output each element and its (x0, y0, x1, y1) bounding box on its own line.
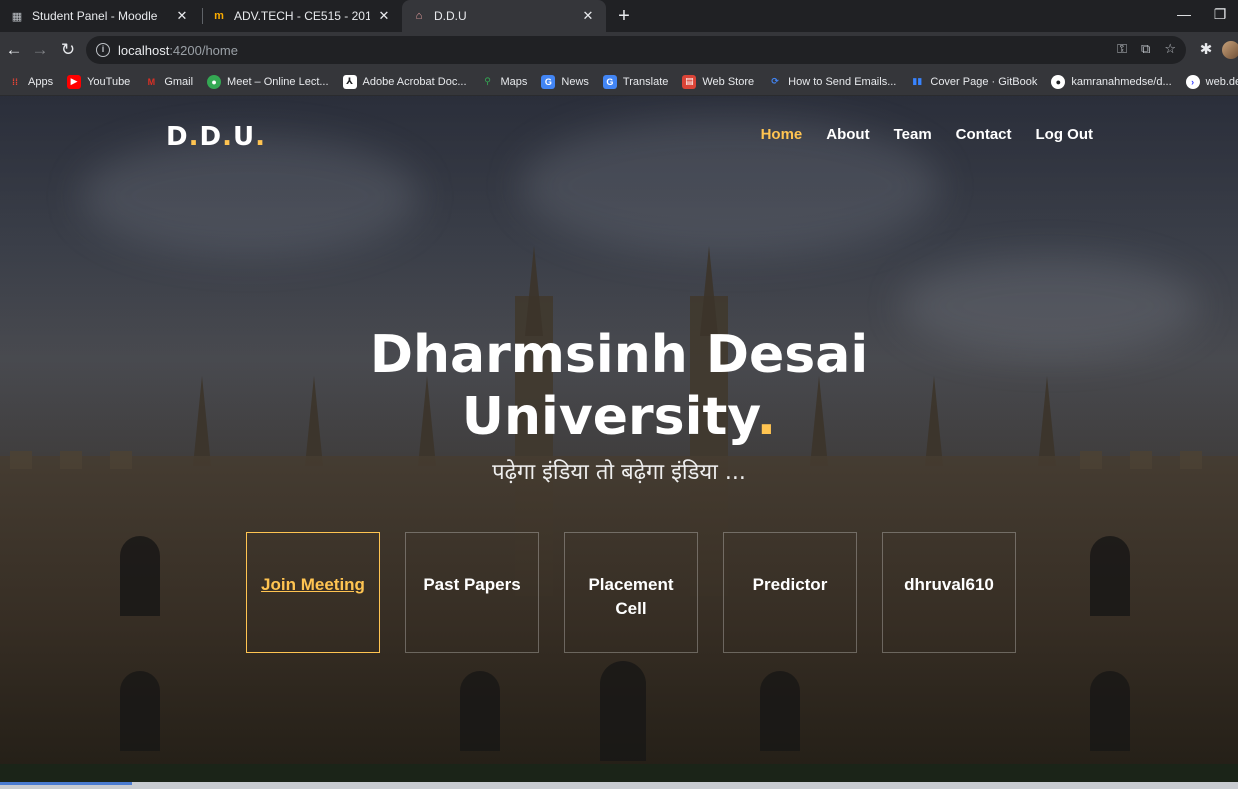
youtube-icon: ▶ (67, 74, 82, 89)
bookmarks-bar: ⁞⁞ Apps ▶ YouTube M Gmail ● Meet – Online Le… (0, 68, 1238, 96)
nav-home[interactable]: Home (761, 126, 803, 143)
site-icon: ⌂ (415, 10, 423, 22)
user-profile-box[interactable]: dhruval610 (882, 532, 1016, 653)
tab-strip: ▦ Student Panel - Moodle ✕ m ADV.TECH - … (0, 0, 1238, 32)
background-window (1090, 671, 1130, 751)
restore-icon[interactable]: ❐ (1202, 0, 1238, 28)
bookmark-news[interactable]: G News (541, 74, 589, 89)
close-icon[interactable]: ✕ (580, 8, 596, 24)
page-viewport: D.D.U. Home About Team Contact Log Out D… (0, 96, 1238, 789)
bookmark-gitbook[interactable]: ▮▮ Cover Page · GitBook (910, 75, 1037, 89)
maps-icon: ⚲ (484, 76, 491, 86)
url-host: localhost (118, 42, 170, 58)
moodle-icon: ▦ (11, 10, 23, 23)
bookmark-translate[interactable]: G Translate (602, 74, 668, 89)
nav-about[interactable]: About (826, 126, 869, 143)
tab-title: Student Panel - Moodle (32, 9, 158, 23)
bookmark-github[interactable]: ● kamranahmedse/d... (1051, 74, 1172, 89)
bookmark-maps[interactable]: ⚲ Maps (481, 75, 527, 89)
new-tab-button[interactable]: + (612, 4, 636, 28)
bookmark-send-emails[interactable]: ⟳ How to Send Emails... (768, 75, 896, 89)
nav-team[interactable]: Team (894, 126, 932, 143)
background-cloud (80, 136, 420, 256)
main-nav: Home About Team Contact Log Out (761, 126, 1093, 143)
news-icon: G (541, 74, 556, 89)
extensions-icon[interactable]: ✱ (1195, 38, 1217, 62)
placement-cell-box[interactable]: Placement Cell (564, 532, 698, 653)
scroll-thumb[interactable] (0, 782, 132, 785)
nav-log-out[interactable]: Log Out (1036, 126, 1093, 143)
address-bar[interactable]: i localhost:4200/home ⚿ ⧉ ☆ (86, 36, 1186, 64)
info-icon[interactable]: i (96, 43, 110, 57)
gmail-icon: M (147, 76, 156, 87)
tutorial-icon: ⟳ (771, 76, 779, 86)
horizontal-scrollbar[interactable] (0, 782, 1238, 789)
browser-toolbar: ← → ↻ i localhost:4200/home ⚿ ⧉ ☆ ✱ (0, 32, 1238, 68)
gitbook-icon: ▮▮ (912, 76, 923, 86)
background-doorway (600, 661, 646, 761)
url-path: :4200/home (169, 42, 238, 58)
bookmark-web-store[interactable]: ▤ Web Store (682, 74, 754, 89)
back-icon[interactable]: ← (2, 38, 26, 62)
site-logo[interactable]: D.D.U. (166, 122, 266, 152)
tab-ddu-active[interactable]: ⌂ D.D.U ✕ (402, 0, 606, 32)
past-papers-box[interactable]: Past Papers (405, 532, 539, 653)
minimize-icon[interactable]: — (1166, 0, 1202, 28)
bookmark-apps[interactable]: ⁞⁞ Apps (8, 75, 53, 89)
tab-student-panel[interactable]: ▦ Student Panel - Moodle ✕ (0, 0, 200, 32)
github-icon: ● (1051, 74, 1066, 89)
close-icon[interactable]: ✕ (376, 8, 392, 24)
webdev-icon: › (1185, 74, 1200, 89)
tab-adv-tech[interactable]: m ADV.TECH - CE515 - 2018: Guide ✕ (202, 0, 402, 32)
hero-title-line2: University. (461, 387, 777, 447)
background-spire (525, 246, 543, 336)
tab-title: D.D.U (434, 9, 467, 23)
feature-boxes: Join Meeting Past Papers Placement Cell … (246, 532, 1016, 653)
bookmark-web-dev[interactable]: ›web.dev (1185, 74, 1238, 89)
hero-tagline: पढ़ेगा इंडिया तो बढ़ेगा इंडिया ... (492, 460, 746, 485)
translate-icon: G (602, 74, 617, 89)
docs-icon: m (214, 10, 224, 22)
join-meeting-box[interactable]: Join Meeting (246, 532, 380, 653)
bookmark-youtube[interactable]: ▶ YouTube (67, 74, 130, 89)
translate-page-icon[interactable]: ⧉ (1141, 41, 1150, 57)
tab-title: ADV.TECH - CE515 - 2018: Guide (234, 9, 370, 23)
profile-avatar[interactable] (1222, 41, 1238, 59)
bookmark-acrobat[interactable]: ⅄ Adobe Acrobat Doc... (342, 74, 467, 89)
background-window (760, 671, 800, 751)
bookmark-gmail[interactable]: M Gmail (144, 75, 193, 89)
predictor-box[interactable]: Predictor (723, 532, 857, 653)
bookmark-meet[interactable]: ● Meet – Online Lect... (207, 74, 329, 89)
background-spire (700, 246, 718, 336)
background-window (1090, 536, 1130, 616)
reload-icon[interactable]: ↻ (56, 38, 80, 62)
apps-icon: ⁞⁞ (12, 76, 18, 87)
background-window (120, 671, 160, 751)
background-window (460, 671, 500, 751)
meet-icon: ● (207, 74, 222, 89)
webstore-icon: ▤ (682, 74, 697, 89)
star-icon[interactable]: ☆ (1164, 41, 1176, 57)
close-icon[interactable]: ✕ (174, 8, 190, 24)
acrobat-icon: ⅄ (342, 74, 357, 89)
nav-contact[interactable]: Contact (956, 126, 1012, 143)
key-icon[interactable]: ⚿ (1117, 41, 1127, 57)
forward-icon[interactable]: → (28, 38, 52, 62)
background-window (120, 536, 160, 616)
hero-title-line1: Dharmsinh Desai (369, 325, 869, 385)
